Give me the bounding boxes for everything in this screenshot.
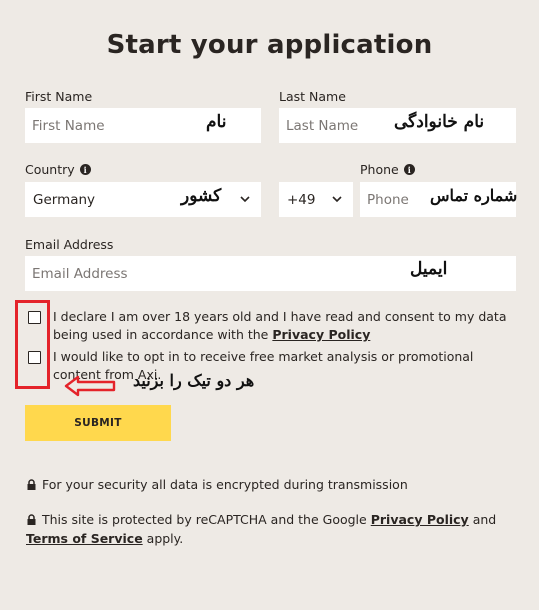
email-field[interactable]: [25, 256, 516, 291]
chevron-down-icon: [240, 196, 250, 203]
privacy-policy-link[interactable]: Privacy Policy: [272, 327, 370, 342]
info-icon[interactable]: i: [79, 164, 91, 175]
lock-icon: [27, 479, 36, 490]
recaptcha-text: This site is protected by reCAPTCHA and …: [42, 512, 367, 527]
terms-of-service-link[interactable]: Terms of Service: [26, 531, 143, 546]
phone-input[interactable]: [360, 182, 516, 217]
last-name-field[interactable]: [279, 108, 516, 143]
email-input[interactable]: [25, 256, 516, 291]
submit-button[interactable]: SUBMIT: [25, 405, 171, 441]
recaptcha-and-text: and: [472, 512, 497, 527]
info-icon[interactable]: i: [403, 164, 415, 175]
last-name-label: Last Name: [279, 89, 346, 104]
consent-age-text: I declare I am over 18 years old and I h…: [53, 308, 513, 344]
phone-code-select[interactable]: +49: [279, 182, 353, 217]
lock-icon: [27, 514, 36, 525]
phone-label-text: Phone: [360, 162, 399, 177]
first-name-field[interactable]: [25, 108, 261, 143]
first-name-input[interactable]: [25, 108, 261, 143]
security-note-recaptcha: This site is protected by reCAPTCHA and …: [26, 510, 516, 548]
google-privacy-policy-link[interactable]: Privacy Policy: [371, 512, 469, 527]
country-value: Germany: [33, 191, 96, 208]
consent-marketing-text: I would like to opt in to receive free m…: [53, 348, 513, 384]
checkbox-highlight-box: [15, 300, 50, 389]
country-select[interactable]: Germany: [25, 182, 261, 217]
country-label: Country i: [25, 162, 91, 177]
first-name-label: First Name: [25, 89, 92, 104]
last-name-input[interactable]: [279, 108, 516, 143]
security-encryption-text: For your security all data is encrypted …: [42, 477, 408, 492]
consent-marketing-label: I would like to opt in to receive free m…: [53, 349, 474, 382]
last-name-label-text: Last Name: [279, 89, 346, 104]
phone-label: Phone i: [360, 162, 415, 177]
security-note-encryption: For your security all data is encrypted …: [26, 475, 516, 494]
phone-code-value: +49: [287, 191, 316, 208]
page-title: Start your application: [106, 30, 433, 60]
email-label-text: Email Address: [25, 237, 114, 252]
recaptcha-apply-text: apply.: [146, 531, 184, 546]
email-label: Email Address: [25, 237, 113, 252]
phone-field[interactable]: [360, 182, 516, 217]
arrow-left-icon: [64, 375, 116, 397]
chevron-down-icon: [332, 196, 342, 203]
country-label-text: Country: [25, 162, 75, 177]
first-name-label-text: First Name: [25, 89, 93, 104]
